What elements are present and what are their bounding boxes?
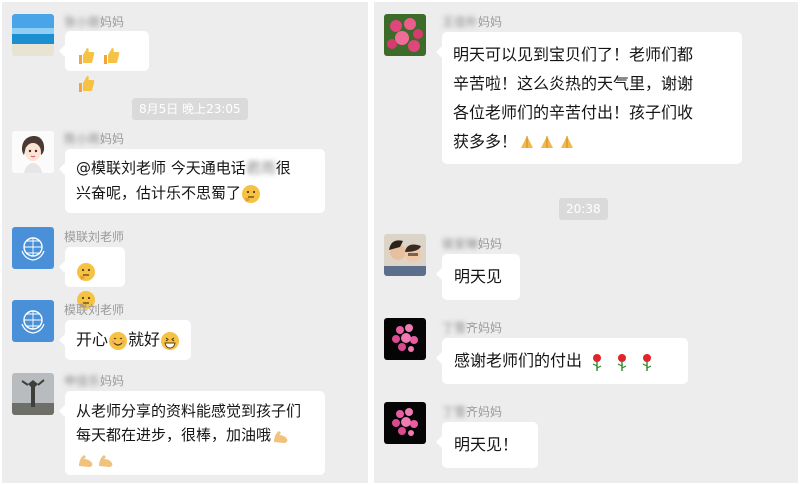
avatar[interactable] <box>384 402 426 444</box>
sender-name: 模联刘老师 <box>64 303 125 317</box>
sender-name: 侯安琳妈妈 <box>442 237 503 251</box>
chat-message: 申佳乐妈妈 从老师分享的资料能感觉到孩子们 每天都在进步，很棒，加油哦 <box>2 368 368 483</box>
timestamp: 20:38 <box>559 198 608 220</box>
avatar[interactable] <box>12 300 54 342</box>
avatar[interactable] <box>12 14 54 56</box>
couple-photo-avatar-image <box>384 234 426 276</box>
chat-message: 丁雪齐妈妈 感谢老师们的付出 <box>374 312 798 392</box>
rose-icon <box>587 352 607 372</box>
pink-orchid-avatar-image <box>384 318 426 360</box>
sender-name: 王佳朴妈妈 <box>442 15 503 29</box>
avatar[interactable] <box>12 373 54 415</box>
rose-icon <box>612 352 632 372</box>
message-bubble[interactable]: 明天见 <box>436 254 520 300</box>
sender-name: 模联刘老师 <box>64 230 125 244</box>
rose-icon <box>637 352 657 372</box>
sender-name: 申佳乐妈妈 <box>64 374 125 388</box>
thumbs-up-icon <box>101 46 121 66</box>
chat-message: 模联刘老师 开心 就好 <box>2 295 368 360</box>
folded-hands-icon <box>557 133 577 153</box>
grinning-face-icon <box>160 331 180 351</box>
chat-message: 陈小雨妈妈 @模联刘老师 今天通电话君雨很 兴奋呢，估计乐不思蜀了 <box>2 126 368 216</box>
message-bubble[interactable] <box>59 247 125 309</box>
thinking-face-icon <box>241 184 261 204</box>
avatar[interactable] <box>12 131 54 173</box>
sender-name: 丁雪齐妈妈 <box>442 405 503 419</box>
smiling-face-icon <box>108 331 128 351</box>
chat-message: 侯安琳妈妈 明天见 <box>374 228 798 308</box>
folded-hands-icon <box>517 133 537 153</box>
un-emblem-avatar-image <box>12 227 54 269</box>
sender-name: 张小丽妈妈 <box>64 15 125 29</box>
chat-pane-right: 王佳朴妈妈 明天可以见到宝贝们了！老师们都 辛苦啦！这么炎热的天气里，谢谢 各位… <box>374 2 798 483</box>
cartoon-girl-avatar-image <box>12 131 54 173</box>
pink-orchid-avatar-image <box>384 402 426 444</box>
avatar[interactable] <box>384 234 426 276</box>
flexed-biceps-icon <box>271 426 291 446</box>
chat-pane-left: 张小丽妈妈 8月5日 晚上23:05 陈小雨妈妈 @模联刘老师 今天通电话君雨很 <box>2 2 368 483</box>
chat-message: 模联刘老师 <box>2 222 368 309</box>
avatar[interactable] <box>384 14 426 56</box>
pink-roses-avatar-image <box>384 14 426 56</box>
chat-message: 王佳朴妈妈 明天可以见到宝贝们了！老师们都 辛苦啦！这么炎热的天气里，谢谢 各位… <box>374 2 798 172</box>
beach-avatar-image <box>12 14 54 56</box>
message-bubble[interactable]: 感谢老师们的付出 <box>436 338 688 384</box>
message-bubble[interactable]: @模联刘老师 今天通电话君雨很 兴奋呢，估计乐不思蜀了 <box>59 149 325 213</box>
chat-message: 张小丽妈妈 <box>2 2 368 92</box>
message-bubble[interactable]: 从老师分享的资料能感觉到孩子们 每天都在进步，很棒，加油哦 <box>59 391 325 475</box>
statue-avatar-image <box>12 373 54 415</box>
message-bubble[interactable]: 开心 就好 <box>59 320 191 360</box>
thumbs-up-icon <box>76 46 96 66</box>
avatar[interactable] <box>12 227 54 269</box>
sender-name: 丁雪齐妈妈 <box>442 321 503 335</box>
chat-message: 丁雪齐妈妈 明天见！ <box>374 396 798 481</box>
timestamp: 8月5日 晚上23:05 <box>132 98 248 120</box>
message-bubble[interactable]: 明天可以见到宝贝们了！老师们都 辛苦啦！这么炎热的天气里，谢谢 各位老师们的辛苦… <box>436 32 742 164</box>
flexed-biceps-icon <box>76 450 96 470</box>
flexed-biceps-icon <box>96 450 116 470</box>
message-bubble[interactable] <box>59 31 149 92</box>
thinking-face-icon <box>76 262 96 282</box>
thumbs-up-icon <box>76 74 96 94</box>
sender-name: 陈小雨妈妈 <box>64 132 125 146</box>
message-bubble[interactable]: 明天见！ <box>436 422 538 468</box>
avatar[interactable] <box>384 318 426 360</box>
un-emblem-avatar-image <box>12 300 54 342</box>
folded-hands-icon <box>537 133 557 153</box>
